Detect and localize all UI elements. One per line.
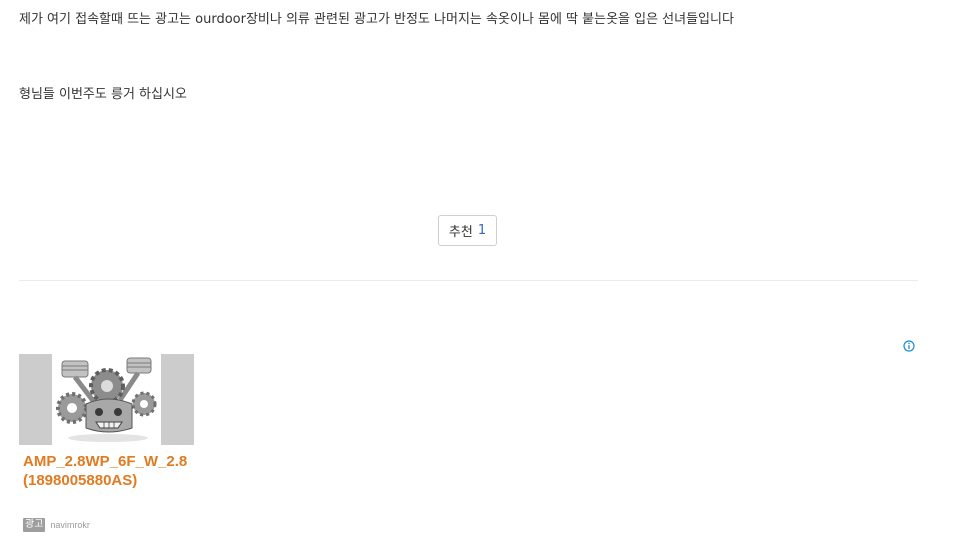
recommend-button[interactable]: 추천 1 xyxy=(438,215,497,246)
recommend-count: 1 xyxy=(477,223,487,238)
recommend-label: 추천 xyxy=(448,225,473,240)
post-text-line: 형님들 이번주도 릉거 하십시오 xyxy=(19,87,187,102)
ad-badge: 광고 xyxy=(23,518,46,532)
divider xyxy=(19,280,918,281)
ad-title-line: (1898005880AS) xyxy=(23,472,138,489)
ad-image[interactable] xyxy=(19,354,194,445)
ad-source[interactable]: navimrokr xyxy=(50,520,90,530)
engine-pistons-illustration xyxy=(56,357,157,442)
info-circle-icon[interactable] xyxy=(903,340,915,352)
ad-title-link[interactable]: AMP_2.8WP_6F_W_2.8 (1898005880AS) xyxy=(23,452,223,490)
post-text-line: 제가 여기 접속할때 뜨는 광고는 ourdoor장비나 의류 관련된 광고가 … xyxy=(19,12,734,27)
ad-footer: 광고 navimrokr xyxy=(23,518,90,532)
engine-pistons-image xyxy=(52,354,161,445)
ad-title-line: AMP_2.8WP_6F_W_2.8 xyxy=(23,453,188,470)
